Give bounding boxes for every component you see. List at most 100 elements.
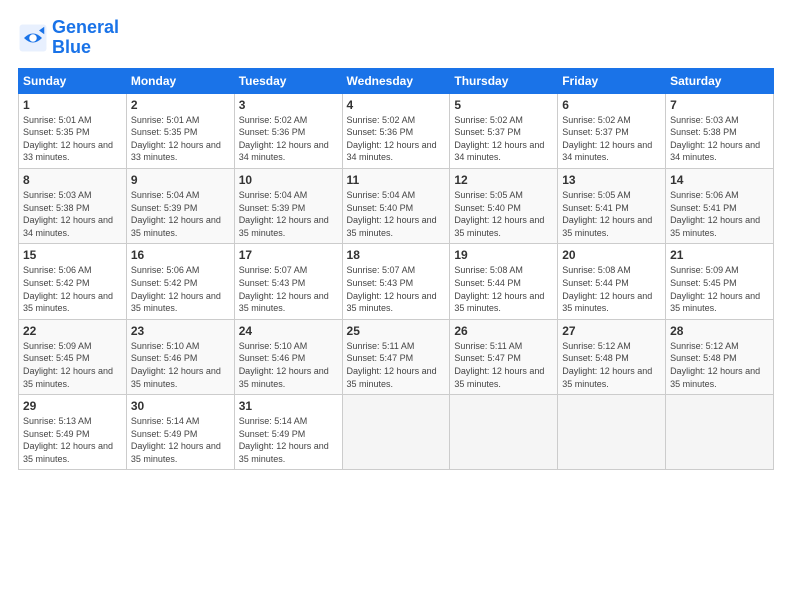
calendar-cell: 6 Sunrise: 5:02 AMSunset: 5:37 PMDayligh…: [558, 93, 666, 168]
weekday-header: Wednesday: [342, 68, 450, 93]
weekday-header: Tuesday: [234, 68, 342, 93]
day-info: Sunrise: 5:03 AMSunset: 5:38 PMDaylight:…: [670, 115, 760, 163]
day-number: 4: [347, 98, 446, 112]
logo-icon: [18, 23, 48, 53]
day-info: Sunrise: 5:08 AMSunset: 5:44 PMDaylight:…: [562, 265, 652, 313]
calendar-cell: 11 Sunrise: 5:04 AMSunset: 5:40 PMDaylig…: [342, 168, 450, 243]
day-info: Sunrise: 5:02 AMSunset: 5:37 PMDaylight:…: [454, 115, 544, 163]
calendar-week: 15 Sunrise: 5:06 AMSunset: 5:42 PMDaylig…: [19, 244, 774, 319]
day-number: 3: [239, 98, 338, 112]
calendar-cell: 17 Sunrise: 5:07 AMSunset: 5:43 PMDaylig…: [234, 244, 342, 319]
day-number: 1: [23, 98, 122, 112]
calendar-cell: 12 Sunrise: 5:05 AMSunset: 5:40 PMDaylig…: [450, 168, 558, 243]
logo: GeneralBlue: [18, 18, 119, 58]
calendar-cell: 8 Sunrise: 5:03 AMSunset: 5:38 PMDayligh…: [19, 168, 127, 243]
calendar-cell: 27 Sunrise: 5:12 AMSunset: 5:48 PMDaylig…: [558, 319, 666, 394]
day-number: 7: [670, 98, 769, 112]
calendar-cell: 18 Sunrise: 5:07 AMSunset: 5:43 PMDaylig…: [342, 244, 450, 319]
calendar-week: 1 Sunrise: 5:01 AMSunset: 5:35 PMDayligh…: [19, 93, 774, 168]
day-number: 10: [239, 173, 338, 187]
calendar-table: SundayMondayTuesdayWednesdayThursdayFrid…: [18, 68, 774, 471]
logo-text: GeneralBlue: [52, 18, 119, 58]
calendar-cell: 31 Sunrise: 5:14 AMSunset: 5:49 PMDaylig…: [234, 395, 342, 470]
day-info: Sunrise: 5:14 AMSunset: 5:49 PMDaylight:…: [131, 416, 221, 464]
calendar-cell: 9 Sunrise: 5:04 AMSunset: 5:39 PMDayligh…: [126, 168, 234, 243]
day-number: 5: [454, 98, 553, 112]
day-number: 28: [670, 324, 769, 338]
calendar-cell: 10 Sunrise: 5:04 AMSunset: 5:39 PMDaylig…: [234, 168, 342, 243]
calendar-cell: 23 Sunrise: 5:10 AMSunset: 5:46 PMDaylig…: [126, 319, 234, 394]
day-info: Sunrise: 5:03 AMSunset: 5:38 PMDaylight:…: [23, 190, 113, 238]
day-info: Sunrise: 5:12 AMSunset: 5:48 PMDaylight:…: [670, 341, 760, 389]
day-number: 12: [454, 173, 553, 187]
day-info: Sunrise: 5:02 AMSunset: 5:37 PMDaylight:…: [562, 115, 652, 163]
weekday-header: Monday: [126, 68, 234, 93]
day-number: 29: [23, 399, 122, 413]
day-info: Sunrise: 5:07 AMSunset: 5:43 PMDaylight:…: [347, 265, 437, 313]
calendar-cell: 16 Sunrise: 5:06 AMSunset: 5:42 PMDaylig…: [126, 244, 234, 319]
day-number: 17: [239, 248, 338, 262]
day-number: 8: [23, 173, 122, 187]
day-number: 27: [562, 324, 661, 338]
day-number: 21: [670, 248, 769, 262]
calendar-cell: 19 Sunrise: 5:08 AMSunset: 5:44 PMDaylig…: [450, 244, 558, 319]
weekday-header: Thursday: [450, 68, 558, 93]
day-info: Sunrise: 5:11 AMSunset: 5:47 PMDaylight:…: [347, 341, 437, 389]
calendar-cell: 2 Sunrise: 5:01 AMSunset: 5:35 PMDayligh…: [126, 93, 234, 168]
day-number: 9: [131, 173, 230, 187]
day-number: 20: [562, 248, 661, 262]
day-number: 23: [131, 324, 230, 338]
day-number: 2: [131, 98, 230, 112]
day-number: 14: [670, 173, 769, 187]
day-number: 24: [239, 324, 338, 338]
day-number: 15: [23, 248, 122, 262]
calendar-week: 8 Sunrise: 5:03 AMSunset: 5:38 PMDayligh…: [19, 168, 774, 243]
day-number: 22: [23, 324, 122, 338]
day-info: Sunrise: 5:02 AMSunset: 5:36 PMDaylight:…: [347, 115, 437, 163]
calendar-cell: 15 Sunrise: 5:06 AMSunset: 5:42 PMDaylig…: [19, 244, 127, 319]
calendar-cell: 25 Sunrise: 5:11 AMSunset: 5:47 PMDaylig…: [342, 319, 450, 394]
day-info: Sunrise: 5:12 AMSunset: 5:48 PMDaylight:…: [562, 341, 652, 389]
day-number: 30: [131, 399, 230, 413]
day-info: Sunrise: 5:11 AMSunset: 5:47 PMDaylight:…: [454, 341, 544, 389]
day-info: Sunrise: 5:09 AMSunset: 5:45 PMDaylight:…: [670, 265, 760, 313]
day-number: 18: [347, 248, 446, 262]
day-number: 25: [347, 324, 446, 338]
calendar-cell: 14 Sunrise: 5:06 AMSunset: 5:41 PMDaylig…: [666, 168, 774, 243]
calendar-cell: [342, 395, 450, 470]
day-number: 31: [239, 399, 338, 413]
weekday-header: Saturday: [666, 68, 774, 93]
day-number: 19: [454, 248, 553, 262]
weekday-header: Friday: [558, 68, 666, 93]
day-number: 6: [562, 98, 661, 112]
day-info: Sunrise: 5:05 AMSunset: 5:40 PMDaylight:…: [454, 190, 544, 238]
calendar-cell: 30 Sunrise: 5:14 AMSunset: 5:49 PMDaylig…: [126, 395, 234, 470]
day-info: Sunrise: 5:07 AMSunset: 5:43 PMDaylight:…: [239, 265, 329, 313]
header-row: SundayMondayTuesdayWednesdayThursdayFrid…: [19, 68, 774, 93]
calendar-cell: 4 Sunrise: 5:02 AMSunset: 5:36 PMDayligh…: [342, 93, 450, 168]
calendar-cell: [450, 395, 558, 470]
day-number: 11: [347, 173, 446, 187]
day-info: Sunrise: 5:05 AMSunset: 5:41 PMDaylight:…: [562, 190, 652, 238]
calendar-cell: 26 Sunrise: 5:11 AMSunset: 5:47 PMDaylig…: [450, 319, 558, 394]
day-number: 13: [562, 173, 661, 187]
calendar-cell: 3 Sunrise: 5:02 AMSunset: 5:36 PMDayligh…: [234, 93, 342, 168]
day-number: 16: [131, 248, 230, 262]
calendar-cell: 5 Sunrise: 5:02 AMSunset: 5:37 PMDayligh…: [450, 93, 558, 168]
calendar-cell: 21 Sunrise: 5:09 AMSunset: 5:45 PMDaylig…: [666, 244, 774, 319]
day-info: Sunrise: 5:02 AMSunset: 5:36 PMDaylight:…: [239, 115, 329, 163]
header: GeneralBlue: [18, 18, 774, 58]
day-info: Sunrise: 5:08 AMSunset: 5:44 PMDaylight:…: [454, 265, 544, 313]
weekday-header: Sunday: [19, 68, 127, 93]
day-info: Sunrise: 5:04 AMSunset: 5:40 PMDaylight:…: [347, 190, 437, 238]
calendar-cell: 20 Sunrise: 5:08 AMSunset: 5:44 PMDaylig…: [558, 244, 666, 319]
day-info: Sunrise: 5:04 AMSunset: 5:39 PMDaylight:…: [239, 190, 329, 238]
day-info: Sunrise: 5:06 AMSunset: 5:41 PMDaylight:…: [670, 190, 760, 238]
calendar-week: 29 Sunrise: 5:13 AMSunset: 5:49 PMDaylig…: [19, 395, 774, 470]
calendar-cell: 24 Sunrise: 5:10 AMSunset: 5:46 PMDaylig…: [234, 319, 342, 394]
calendar-cell: 28 Sunrise: 5:12 AMSunset: 5:48 PMDaylig…: [666, 319, 774, 394]
day-info: Sunrise: 5:09 AMSunset: 5:45 PMDaylight:…: [23, 341, 113, 389]
day-info: Sunrise: 5:06 AMSunset: 5:42 PMDaylight:…: [23, 265, 113, 313]
calendar-cell: 22 Sunrise: 5:09 AMSunset: 5:45 PMDaylig…: [19, 319, 127, 394]
calendar-week: 22 Sunrise: 5:09 AMSunset: 5:45 PMDaylig…: [19, 319, 774, 394]
